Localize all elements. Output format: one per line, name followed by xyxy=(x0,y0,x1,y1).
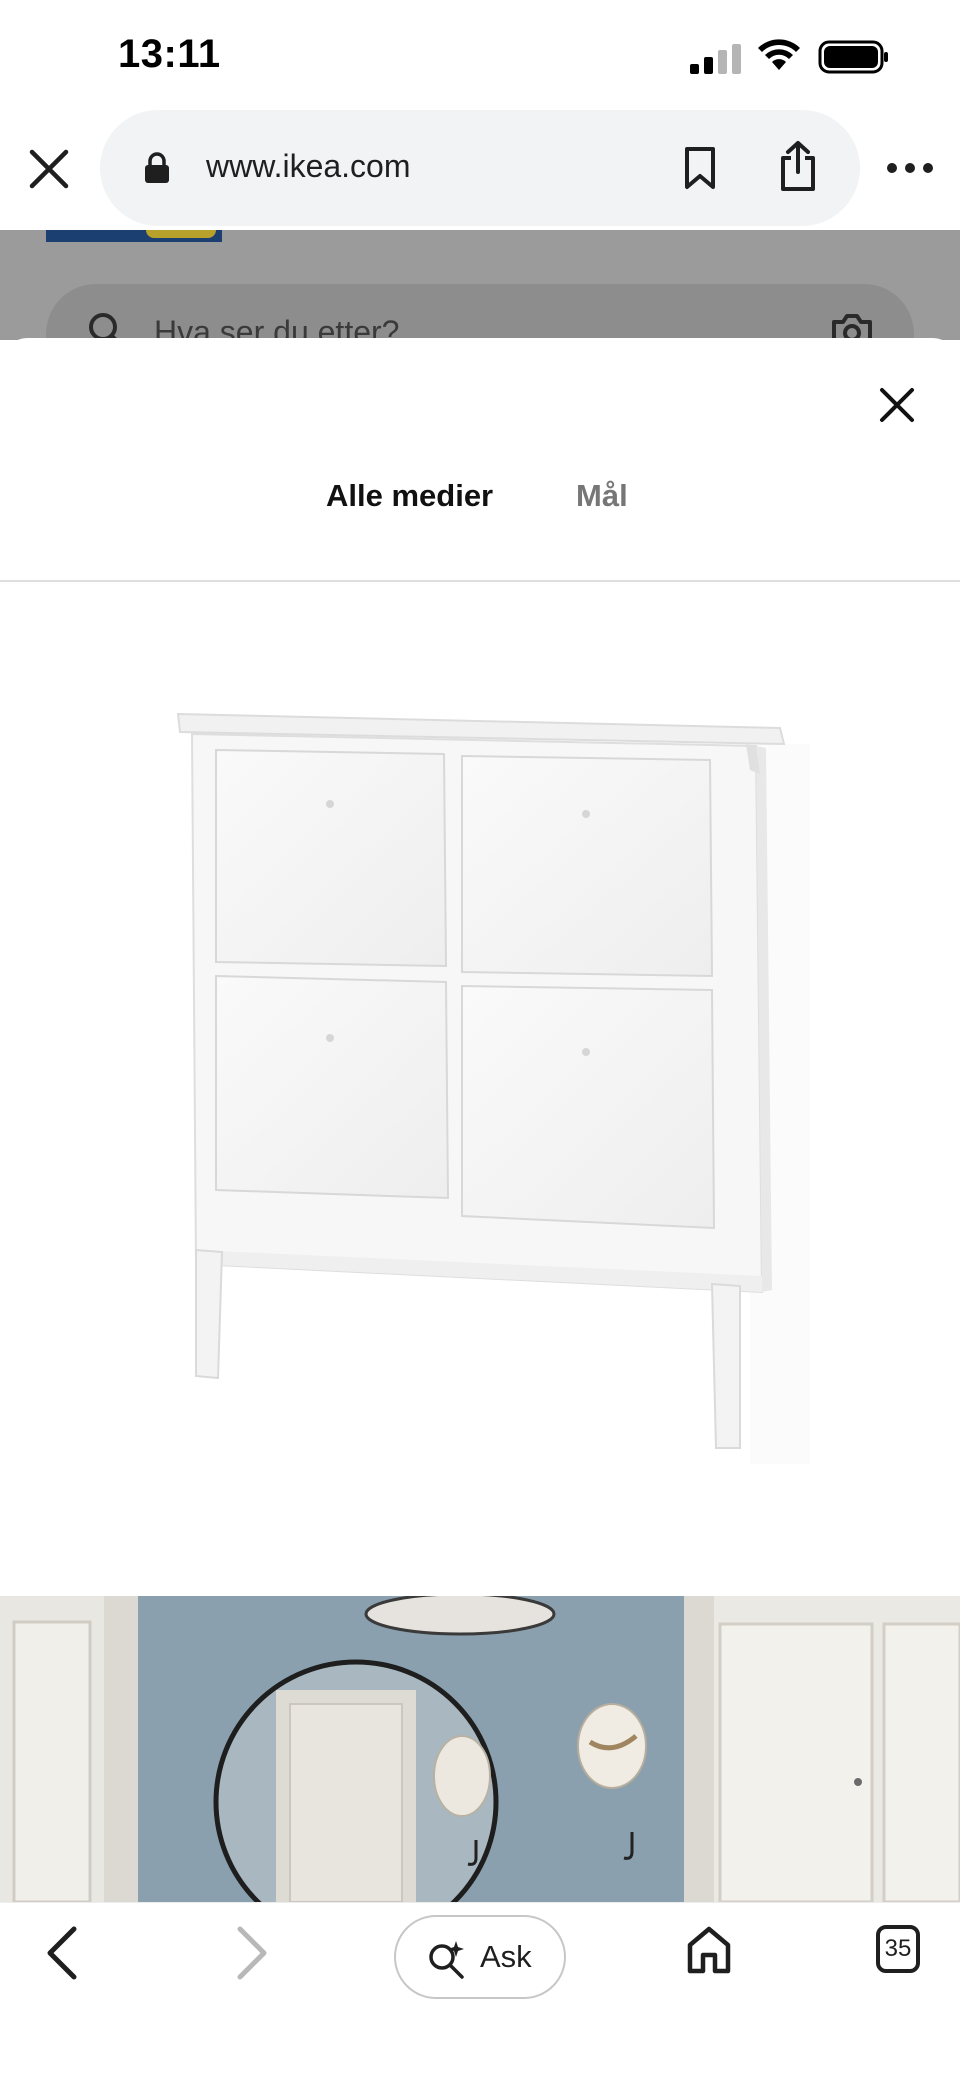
home-icon[interactable] xyxy=(686,1925,732,1975)
tab-divider xyxy=(0,580,960,582)
camera-icon xyxy=(832,314,872,340)
status-time: 13:11 xyxy=(118,32,221,76)
back-arrow-icon[interactable] xyxy=(40,1923,86,1983)
room-photo[interactable] xyxy=(0,1596,960,1902)
search-icon xyxy=(89,313,119,340)
tab-count: 35 xyxy=(884,1935,912,1962)
battery-icon xyxy=(818,40,888,74)
more-icon[interactable] xyxy=(886,160,934,176)
background-search-bar: Hva ser du etter? xyxy=(46,284,914,340)
ask-label: Ask xyxy=(480,1939,532,1974)
ikea-logo xyxy=(46,230,222,242)
close-icon[interactable] xyxy=(878,386,916,424)
media-modal: Alle medier Mål xyxy=(0,338,960,1902)
tab-dimensions[interactable]: Mål xyxy=(576,478,628,514)
cellular-signal-icon xyxy=(690,44,741,74)
product-image[interactable] xyxy=(0,584,960,1598)
status-bar: 13:11 xyxy=(0,0,960,110)
background-page-overlay: Hva ser du etter? xyxy=(0,230,960,340)
ask-button[interactable]: Ask xyxy=(394,1915,566,1999)
url-text[interactable]: www.ikea.com xyxy=(206,148,411,185)
search-placeholder: Hva ser du etter? xyxy=(154,314,400,340)
bookmark-icon[interactable] xyxy=(682,146,718,190)
forward-arrow-icon[interactable] xyxy=(228,1923,274,1983)
lock-icon xyxy=(145,152,169,183)
close-icon[interactable] xyxy=(28,148,70,190)
address-bar[interactable]: www.ikea.com xyxy=(100,110,860,226)
sparkle-search-icon xyxy=(429,1941,464,1979)
wifi-icon xyxy=(758,39,800,70)
shoe-cabinet-illustration xyxy=(176,712,810,1464)
browser-bottom-toolbar: Ask 35 xyxy=(0,1902,960,2077)
browser-toolbar: www.ikea.com xyxy=(0,110,960,230)
tabs-button[interactable]: 35 xyxy=(876,1925,920,1973)
share-icon[interactable] xyxy=(778,140,818,192)
tab-all-media[interactable]: Alle medier xyxy=(326,478,493,514)
